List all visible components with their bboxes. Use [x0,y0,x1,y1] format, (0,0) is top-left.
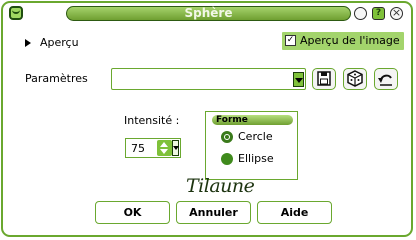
signature-watermark: Tilaune [186,175,255,197]
radio-circle[interactable]: Cercle [221,130,296,144]
ok-button[interactable]: OK [95,201,170,224]
preview-image-checkbox[interactable]: ✓ Aperçu de l'image [282,32,404,50]
reset-arrow-icon [378,74,392,86]
spin-arrows[interactable] [157,140,172,156]
title-bar[interactable]: Sphère ? × [3,3,411,24]
intensity-dropdown-icon[interactable] [172,140,179,156]
radio-selected-icon[interactable] [221,131,233,143]
save-preset-button[interactable] [312,68,336,90]
spin-down-icon[interactable] [160,149,168,154]
app-menu-icon[interactable] [9,6,23,20]
intensity-label: Intensité : [124,114,180,127]
reset-button[interactable] [374,68,398,90]
checkbox-check-icon[interactable]: ✓ [285,35,296,46]
expand-arrow-icon [25,39,31,47]
intensity-spinner[interactable]: 75 [125,138,181,158]
dice-icon [347,70,363,87]
preview-toggle[interactable]: Aperçu [25,36,205,50]
shape-groupbox: Forme Cercle Ellipse [205,111,298,180]
roll-up-icon[interactable] [354,7,367,20]
intensity-value[interactable]: 75 [131,142,145,155]
help-button[interactable]: Aide [257,201,332,224]
radio-ellipse[interactable]: Ellipse [221,152,296,166]
floppy-disk-icon [317,71,331,86]
radio-circle-label: Cercle [238,130,273,143]
window-title: Sphère [66,6,351,21]
dropdown-arrow-icon[interactable] [293,72,304,87]
dialog-window: Sphère ? × Aperçu ✓ Aperçu de l'image Pa… [1,1,413,237]
parameters-label: Paramètres [25,72,88,85]
cancel-button[interactable]: Annuler [176,201,251,224]
radio-unselected-icon[interactable] [221,153,233,165]
preview-label: Aperçu [40,36,79,49]
randomize-button[interactable] [343,68,367,90]
parameters-preset-dropdown[interactable] [111,68,306,90]
radio-ellipse-label: Ellipse [238,152,274,165]
close-icon[interactable]: × [390,7,403,20]
help-icon[interactable]: ? [372,7,385,20]
shape-group-title: Forme [212,115,293,125]
spin-up-icon[interactable] [160,142,168,147]
preview-image-label: Aperçu de l'image [300,34,400,47]
